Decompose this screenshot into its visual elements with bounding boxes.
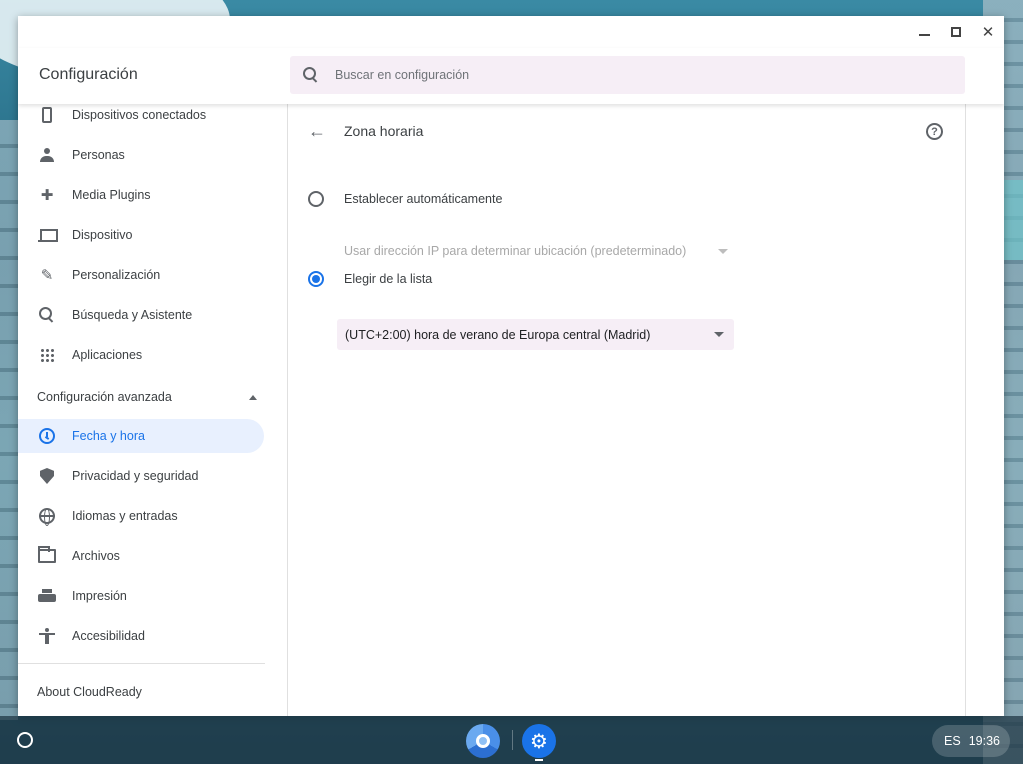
- sidebar-item-device[interactable]: Dispositivo: [18, 218, 264, 252]
- back-arrow-icon[interactable]: ←: [308, 121, 326, 141]
- search-input[interactable]: [335, 68, 895, 82]
- sidebar-item-search-assistant[interactable]: Búsqueda y Asistente: [18, 298, 264, 332]
- radio-choose-from-list[interactable]: [308, 271, 324, 287]
- maximize-button[interactable]: [940, 16, 972, 48]
- sidebar-item-label: Aplicaciones: [72, 348, 143, 362]
- auto-timezone-value: Usar dirección IP para determinar ubicac…: [344, 244, 687, 258]
- search-icon: [303, 67, 319, 83]
- sidebar-item-date-time[interactable]: Fecha y hora: [18, 419, 264, 453]
- settings-gear-icon[interactable]: ⚙: [522, 724, 556, 758]
- laptop-icon: [36, 224, 58, 246]
- clock-icon: [36, 425, 58, 447]
- sidebar-item-label: Idiomas y entradas: [72, 509, 178, 523]
- launcher-button[interactable]: [17, 732, 33, 748]
- content-border: [965, 104, 966, 716]
- sidebar-item-apps[interactable]: Aplicaciones: [18, 338, 264, 372]
- page-title: Zona horaria: [344, 123, 424, 139]
- window-caption-buttons: ✕: [908, 16, 1004, 48]
- chrome-browser-icon[interactable]: [466, 724, 500, 758]
- sidebar: Dispositivos conectados Personas ✚ Media…: [18, 104, 288, 716]
- sidebar-item-languages-inputs[interactable]: Idiomas y entradas: [18, 499, 264, 533]
- sidebar-item-label: Dispositivo: [72, 228, 133, 242]
- sidebar-item-printing[interactable]: Impresión: [18, 579, 264, 613]
- sidebar-item-personalization[interactable]: ✎ Personalización: [18, 258, 264, 292]
- search-box[interactable]: [290, 56, 965, 94]
- running-app-indicator: [535, 759, 543, 761]
- language-indicator: ES: [944, 734, 961, 748]
- folder-icon: [36, 545, 58, 567]
- chevron-down-icon: [714, 332, 724, 337]
- sidebar-item-label: Dispositivos conectados: [72, 108, 207, 122]
- option-auto-label: Establecer automáticamente: [344, 192, 503, 206]
- sidebar-item-label: Archivos: [72, 549, 120, 563]
- apps-grid-icon: [36, 344, 58, 366]
- main-content: ← Zona horaria ? Establecer automáticame…: [288, 104, 966, 716]
- status-tray[interactable]: ES 19:36: [932, 725, 1010, 757]
- timezone-value: (UTC+2:00) hora de verano de Europa cent…: [345, 327, 651, 342]
- timezone-select[interactable]: (UTC+2:00) hora de verano de Europa cent…: [337, 319, 734, 350]
- sidebar-item-people[interactable]: Personas: [18, 138, 264, 172]
- sidebar-item-label: Accesibilidad: [72, 629, 145, 643]
- maximize-icon: [951, 27, 961, 37]
- settings-header: Configuración: [18, 48, 1004, 104]
- minimize-button[interactable]: [908, 16, 940, 48]
- printer-icon: [36, 585, 58, 607]
- sidebar-item-label: Búsqueda y Asistente: [72, 308, 193, 322]
- puzzle-icon: ✚: [40, 187, 54, 204]
- sidebar-item-label: Personalización: [72, 268, 161, 282]
- person-icon: [36, 144, 58, 166]
- phone-icon: [36, 104, 58, 126]
- sidebar-item-privacy-security[interactable]: Privacidad y seguridad: [18, 459, 264, 493]
- sidebar-item-files[interactable]: Archivos: [18, 539, 264, 573]
- sidebar-item-label: Privacidad y seguridad: [72, 469, 199, 483]
- settings-window: ✕ Configuración Dispositivos conectados …: [18, 16, 1004, 716]
- sidebar-divider: [18, 663, 265, 664]
- sidebar-item-label: Personas: [72, 148, 125, 162]
- option-list-label: Elegir de la lista: [344, 272, 433, 286]
- shelf-separator: [512, 730, 513, 750]
- chevron-down-icon: [718, 248, 728, 254]
- sidebar-item-about[interactable]: About CloudReady: [37, 685, 142, 699]
- sidebar-item-connected-devices[interactable]: Dispositivos conectados: [18, 104, 264, 132]
- sidebar-item-media-plugins[interactable]: ✚ Media Plugins: [18, 178, 264, 212]
- close-icon: ✕: [981, 24, 995, 41]
- advanced-section-label: Configuración avanzada: [37, 390, 172, 404]
- radio-auto-timezone[interactable]: [308, 191, 324, 207]
- auto-timezone-select: Usar dirección IP para determinar ubicac…: [344, 244, 728, 258]
- search-icon: [36, 304, 58, 326]
- sidebar-item-label: Fecha y hora: [72, 429, 145, 443]
- close-button[interactable]: ✕: [972, 16, 1004, 48]
- sidebar-item-label: Media Plugins: [72, 188, 151, 202]
- advanced-section-toggle[interactable]: Configuración avanzada: [37, 390, 257, 404]
- shield-icon: [36, 465, 58, 487]
- chevron-up-icon: [249, 394, 257, 400]
- brush-icon: ✎: [40, 267, 54, 284]
- clock-time: 19:36: [968, 734, 1000, 748]
- sidebar-item-label: Impresión: [72, 589, 127, 603]
- help-icon[interactable]: ?: [926, 123, 943, 140]
- minimize-icon: [918, 34, 930, 36]
- sidebar-item-accessibility[interactable]: Accesibilidad: [18, 619, 264, 653]
- app-title: Configuración: [39, 66, 138, 83]
- accessibility-icon: [36, 625, 58, 647]
- wallpaper-building-left: [0, 120, 18, 720]
- globe-icon: [36, 505, 58, 527]
